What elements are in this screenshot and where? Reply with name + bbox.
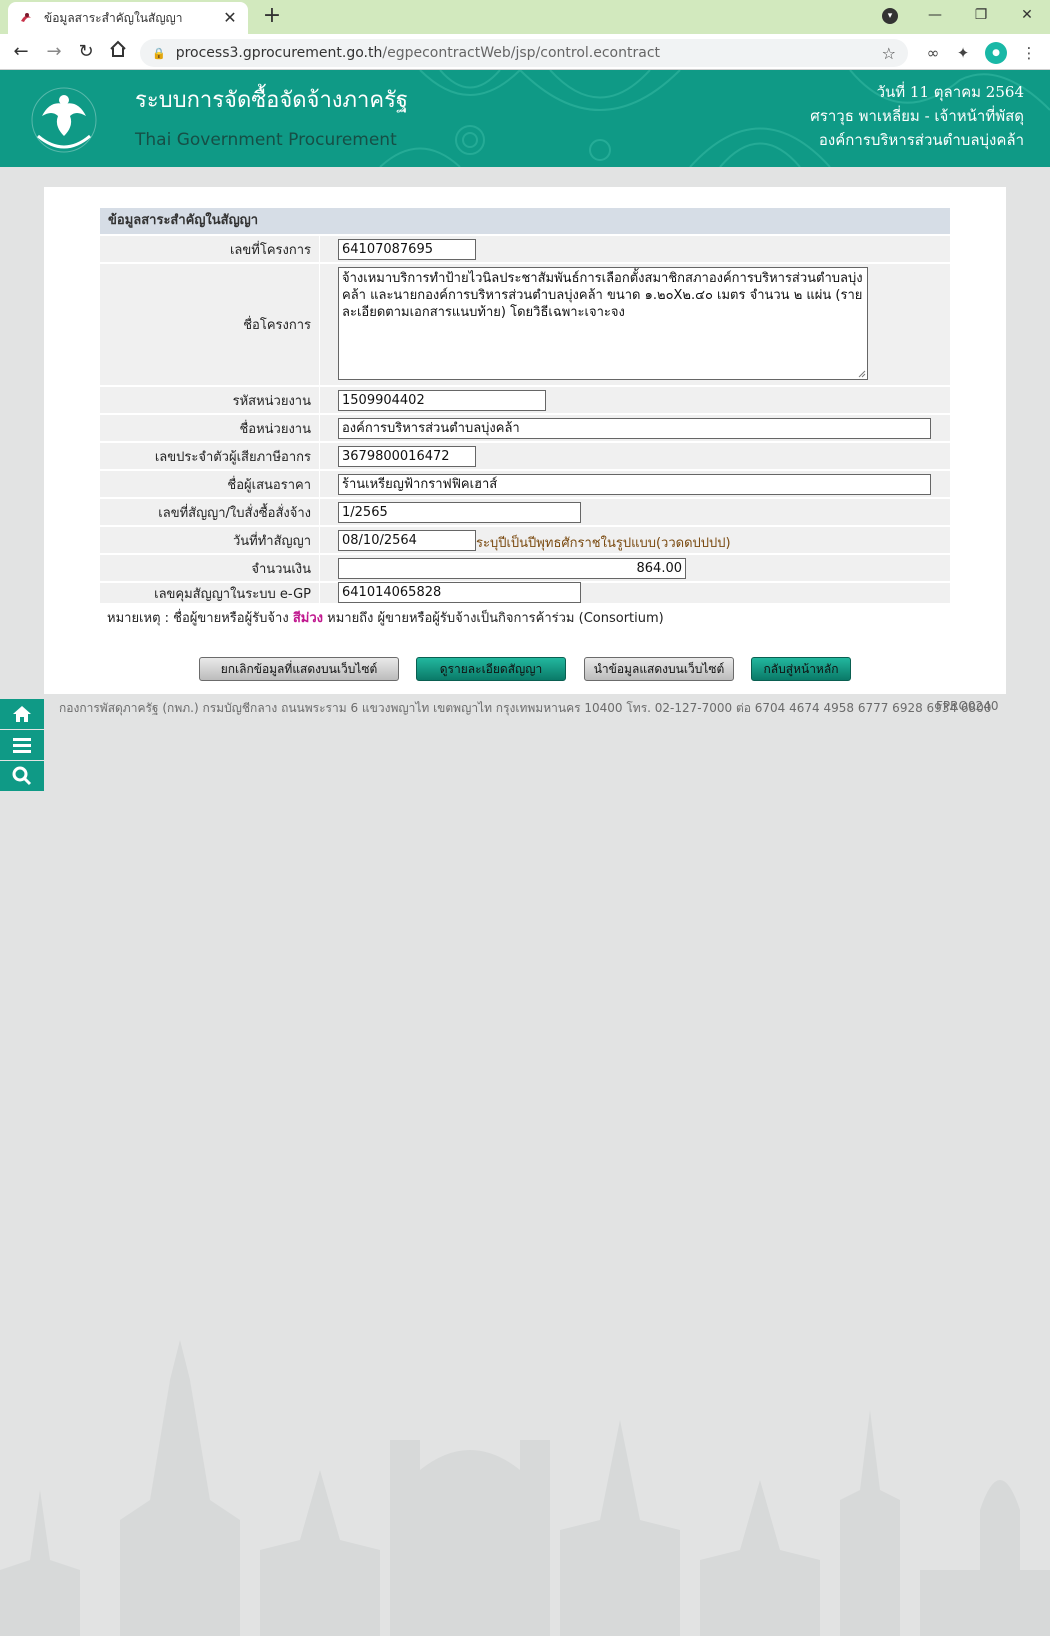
form-row-agency-code: รหัสหน่วยงาน 1509904402	[100, 387, 950, 414]
site-header: ระบบการจัดซื้อจัดจ้างภาครัฐ Thai Governm…	[0, 70, 1050, 167]
footer-address: กองการพัสดุภาครัฐ (กพภ.) กรมบัญชีกลาง ถน…	[59, 701, 992, 715]
reload-icon[interactable]: ↻	[74, 40, 98, 64]
close-window-icon[interactable]: ✕	[1012, 4, 1042, 26]
restore-icon[interactable]: ❐	[966, 4, 996, 26]
note-suffix: หมายถึง ผู้ขายหรือผู้รับจ้างเป็นกิจการค้…	[327, 611, 664, 626]
note-highlight: สีม่วง	[292, 611, 323, 626]
form-row-agency-name: ชื่อหน่วยงาน องค์การบริหารส่วนตำบลบุ่งคล…	[100, 415, 950, 442]
agency-code-field[interactable]: 1509904402	[338, 390, 546, 411]
search-icon[interactable]	[0, 761, 44, 791]
project-name-textarea[interactable]: จ้างเหมาบริการทำป้ายไวนิลประชาสัมพันธ์กา…	[338, 267, 868, 380]
form-row-contract-no: เลขที่สัญญา/ใบสั่งซื้อสั่งจ้าง 1/2565	[100, 499, 950, 526]
lock-icon: 🔒	[152, 46, 166, 60]
star-icon[interactable]: ☆	[882, 44, 896, 63]
home-icon[interactable]	[0, 699, 44, 729]
project-no-field[interactable]: 64107087695	[338, 239, 476, 260]
tax-id-field[interactable]: 3679800016472	[338, 446, 476, 467]
organization-name: องค์การบริหารส่วนตำบลบุ่งคล้า	[818, 131, 1024, 149]
form-row-project-name: ชื่อโครงการ จ้างเหมาบริการทำป้ายไวนิลประ…	[100, 264, 950, 386]
forward-icon[interactable]: →	[42, 40, 66, 64]
background-temple-silhouette	[0, 1340, 1050, 1636]
label-amount: จำนวนเงิน	[100, 555, 320, 581]
label-egp-control-no: เลขคุมสัญญาในระบบ e-GP	[100, 583, 320, 603]
contract-no-field[interactable]: 1/2565	[338, 502, 581, 523]
form-row-project-no: เลขที่โครงการ 64107087695	[100, 236, 950, 263]
label-contract-no: เลขที่สัญญา/ใบสั่งซื้อสั่งจ้าง	[100, 499, 320, 525]
home-icon[interactable]	[106, 40, 130, 64]
label-agency-name: ชื่อหน่วยงาน	[100, 415, 320, 441]
view-contract-button[interactable]: ดูรายละเอียดสัญญา	[416, 657, 566, 681]
header-user-info: วันที่ 11 ตุลาคม 2564 ศราวุธ พาเหลี่ยม -…	[810, 80, 1024, 152]
browser-toolbar: ← → ↻ 🔒 process3.gprocurement.go.th/egpe…	[0, 34, 1050, 70]
label-project-no: เลขที่โครงการ	[100, 236, 320, 262]
publish-button[interactable]: นำข้อมูลแสดงบนเว็บไซต์	[584, 657, 734, 681]
puzzle-icon[interactable]: ✦	[952, 42, 974, 64]
department-logo	[31, 87, 97, 153]
url-host: process3.gprocurement.go.th	[175, 45, 383, 61]
tab-title: ข้อมูลสาระสำคัญในสัญญา	[44, 10, 183, 25]
side-toolbar	[0, 699, 44, 792]
label-contract-date: วันที่ทำสัญญา	[100, 527, 320, 553]
cancel-publish-button[interactable]: ยกเลิกข้อมูลที่แสดงบนเว็บไซต์	[199, 657, 399, 681]
form-row-egp-control-no: เลขคุมสัญญาในระบบ e-GP 641014065828	[100, 582, 950, 603]
new-tab-button[interactable]: +	[260, 5, 284, 29]
site-title-thai: ระบบการจัดซื้อจัดจ้างภาครัฐ	[135, 88, 409, 113]
site-favicon-icon	[18, 10, 34, 26]
section-title: ข้อมูลสาระสำคัญในสัญญา	[100, 208, 950, 234]
amount-field[interactable]: 864.00	[338, 558, 686, 579]
browser-tab-strip: ข้อมูลสาระสำคัญในสัญญา ✕ + ▾ — ❐ ✕	[0, 0, 1050, 34]
profile-avatar[interactable]: ●	[985, 42, 1007, 64]
back-icon[interactable]: ←	[9, 40, 33, 64]
contract-date-field[interactable]: 08/10/2564	[338, 530, 476, 551]
project-name-text: จ้างเหมาบริการทำป้ายไวนิลประชาสัมพันธ์กา…	[342, 271, 863, 320]
current-date: วันที่ 11 ตุลาคม 2564	[876, 83, 1024, 101]
extension-icon[interactable]: ∞	[922, 42, 944, 64]
browser-tab[interactable]: ข้อมูลสาระสำคัญในสัญญา ✕	[8, 2, 248, 34]
form-row-tax-id: เลขประจำตัวผู้เสียภาษีอากร 3679800016472	[100, 443, 950, 470]
egp-control-no-field[interactable]: 641014065828	[338, 582, 581, 603]
minimize-icon[interactable]: —	[920, 4, 950, 26]
url-path: /egpecontractWeb/jsp/control.econtract	[382, 45, 661, 61]
menu-icon[interactable]	[0, 730, 44, 760]
label-project-name: ชื่อโครงการ	[100, 264, 320, 385]
agency-name-field[interactable]: องค์การบริหารส่วนตำบลบุ่งคล้า	[338, 418, 931, 439]
label-bidder-name: ชื่อผู้เสนอราคา	[100, 471, 320, 497]
consortium-note: หมายเหตุ : ชื่อผู้ขายหรือผู้รับจ้าง สีม่…	[107, 607, 664, 628]
label-agency-code: รหัสหน่วยงาน	[100, 387, 320, 413]
bidder-name-field[interactable]: ร้านเหรียญฟ้ากราฟฟิคเฮาส์	[338, 474, 931, 495]
label-tax-id: เลขประจำตัวผู้เสียภาษีอากร	[100, 443, 320, 469]
site-title-english: Thai Government Procurement	[135, 130, 397, 150]
form-row-contract-date: วันที่ทำสัญญา 08/10/2564 ระบุปีเป็นปีพุท…	[100, 527, 950, 554]
note-prefix: หมายเหตุ : ชื่อผู้ขายหรือผู้รับจ้าง	[107, 611, 289, 626]
close-tab-icon[interactable]: ✕	[222, 10, 238, 26]
date-format-hint: ระบุปีเป็นปีพุทธศักราชในรูปแบบ(ววดดปปปป)	[476, 536, 731, 551]
tab-search-icon[interactable]: ▾	[882, 8, 898, 24]
back-home-button[interactable]: กลับสู่หน้าหลัก	[751, 657, 851, 681]
menu-icon[interactable]: ⋮	[1018, 42, 1040, 64]
resize-grip-icon[interactable]	[858, 370, 866, 378]
form-row-amount: จำนวนเงิน 864.00	[100, 555, 950, 582]
page-code: FPRO0240	[936, 699, 999, 713]
address-bar[interactable]: 🔒 process3.gprocurement.go.th/egpecontra…	[140, 39, 908, 67]
user-name: ศราวุธ พาเหลี่ยม - เจ้าหน้าที่พัสดุ	[810, 107, 1024, 125]
form-row-bidder-name: ชื่อผู้เสนอราคา ร้านเหรียญฟ้ากราฟฟิคเฮาส…	[100, 471, 950, 498]
url-text: process3.gprocurement.go.th/egpecontract…	[176, 45, 882, 61]
